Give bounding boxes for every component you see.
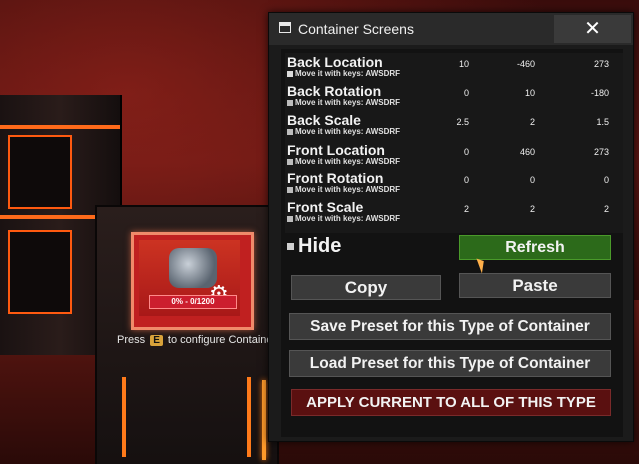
container-screens-window: Container Screens ✕ Back Location Move i… <box>268 12 634 442</box>
structure-panel <box>8 230 72 314</box>
structure-stripe <box>0 125 120 129</box>
property-name: Front Rotation <box>287 170 384 186</box>
window-titlebar[interactable]: Container Screens ✕ <box>269 13 633 45</box>
move-keys-checkbox[interactable] <box>287 158 293 165</box>
property-value-y[interactable]: 460 <box>495 147 535 157</box>
hide-label: Hide <box>298 235 342 257</box>
property-row-back-scale: Back Scale Move it with keys: AWSDRF 2.5… <box>285 111 623 141</box>
property-value-y[interactable]: 10 <box>495 88 535 98</box>
property-value-z[interactable]: 273 <box>569 59 609 69</box>
property-row-back-rotation: Back Rotation Move it with keys: AWSDRF … <box>285 82 623 112</box>
property-value-x[interactable]: 0 <box>429 147 469 157</box>
move-keys-checkbox[interactable] <box>287 128 293 135</box>
property-row-back-location: Back Location Move it with keys: AWSDRF … <box>285 53 623 83</box>
property-list: Back Location Move it with keys: AWSDRF … <box>285 53 623 233</box>
property-value-x[interactable]: 0 <box>429 175 469 185</box>
save-preset-button[interactable]: Save Preset for this Type of Container <box>289 313 611 340</box>
property-value-x[interactable]: 0 <box>429 88 469 98</box>
copy-button[interactable]: Copy <box>291 275 441 300</box>
close-button[interactable]: ✕ <box>554 15 631 43</box>
property-move-keys[interactable]: Move it with keys: AWSDRF <box>287 214 400 223</box>
property-move-keys[interactable]: Move it with keys: AWSDRF <box>287 127 400 136</box>
property-value-z[interactable]: 1.5 <box>569 117 609 127</box>
machine-light-rail <box>122 377 126 457</box>
container-screen-card[interactable]: ⚙ 0% - 0/1200 <box>131 232 254 330</box>
property-value-z[interactable]: 273 <box>569 147 609 157</box>
move-keys-checkbox[interactable] <box>287 186 293 193</box>
property-name: Back Rotation <box>287 83 382 99</box>
property-name: Back Scale <box>287 112 361 128</box>
window-content: Back Location Move it with keys: AWSDRF … <box>281 49 623 437</box>
machine-light-rail <box>247 377 251 457</box>
property-row-front-rotation: Front Rotation Move it with keys: AWSDRF… <box>285 169 623 199</box>
move-keys-checkbox[interactable] <box>287 70 293 77</box>
property-value-z[interactable]: 0 <box>569 175 609 185</box>
move-keys-checkbox[interactable] <box>287 99 293 106</box>
property-value-y[interactable]: 2 <box>495 117 535 127</box>
property-move-keys[interactable]: Move it with keys: AWSDRF <box>287 98 400 107</box>
paste-button[interactable]: Paste <box>459 273 611 298</box>
window-icon <box>279 22 291 33</box>
property-value-z[interactable]: 2 <box>569 204 609 214</box>
property-value-y[interactable]: -460 <box>495 59 535 69</box>
side-light-strip <box>262 380 266 460</box>
property-name: Front Location <box>287 142 385 158</box>
property-value-y[interactable]: 2 <box>495 204 535 214</box>
hint-prefix: Press <box>117 334 146 346</box>
apply-to-all-button[interactable]: APPLY CURRENT TO ALL OF THIS TYPE <box>291 389 611 416</box>
move-keys-checkbox[interactable] <box>287 215 293 222</box>
interaction-hint: Press E to configure Containe <box>117 334 273 346</box>
property-move-keys[interactable]: Move it with keys: AWSDRF <box>287 185 400 194</box>
property-value-x[interactable]: 10 <box>429 59 469 69</box>
property-move-keys[interactable]: Move it with keys: AWSDRF <box>287 157 400 166</box>
load-preset-button[interactable]: Load Preset for this Type of Container <box>289 350 611 377</box>
key-e-badge: E <box>150 335 163 346</box>
property-name: Front Scale <box>287 199 364 215</box>
property-value-x[interactable]: 2.5 <box>429 117 469 127</box>
property-row-front-location: Front Location Move it with keys: AWSDRF… <box>285 141 623 171</box>
container-progress-bar: 0% - 0/1200 <box>149 295 237 309</box>
property-value-x[interactable]: 2 <box>429 204 469 214</box>
property-move-keys[interactable]: Move it with keys: AWSDRF <box>287 69 400 78</box>
container-screen-inner: ⚙ 0% - 0/1200 <box>139 240 240 316</box>
property-name: Back Location <box>287 54 383 70</box>
structure-panel <box>8 135 72 209</box>
window-title: Container Screens <box>298 21 414 37</box>
hide-checkbox[interactable] <box>287 243 294 250</box>
property-value-y[interactable]: 0 <box>495 175 535 185</box>
hint-suffix: to configure Containe <box>167 334 273 346</box>
property-row-front-scale: Front Scale Move it with keys: AWSDRF 2 … <box>285 198 623 228</box>
property-value-z[interactable]: -180 <box>569 88 609 98</box>
